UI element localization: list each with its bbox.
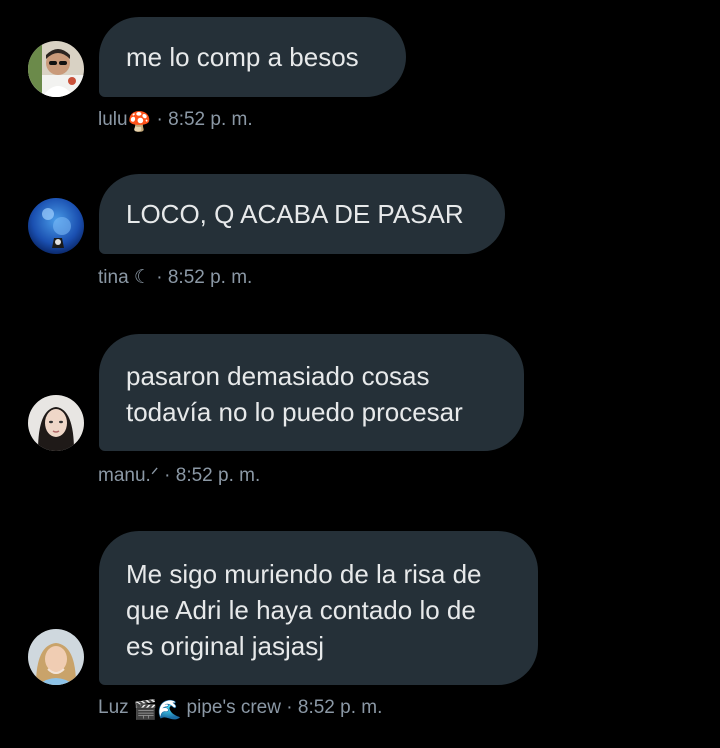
message-meta: tina ☾ · 8:52 p. m. (98, 266, 252, 290)
message-bubble[interactable]: pasaron demasiado cosas todavía no lo pu… (99, 334, 524, 451)
timestamp: 8:52 p. m. (297, 697, 383, 718)
message-text: pasaron demasiado cosas (126, 361, 430, 391)
user-avatar-manu[interactable] (28, 395, 84, 451)
timestamp: 8:52 p. m. (168, 109, 253, 130)
message-bubble[interactable]: Me sigo muriendo de la risa de que Adri … (99, 531, 538, 685)
message-text: Me sigo muriendo de la risa de (126, 559, 482, 589)
message-bubble[interactable]: LOCO, Q ACABA DE PASAR (99, 174, 505, 254)
sender-name[interactable]: manu.ᐟ (98, 465, 159, 486)
message-text: me lo comp a besos (126, 42, 359, 72)
timestamp: 8:52 p. m. (175, 465, 261, 486)
mushroom-emoji: 🍄 (127, 112, 152, 133)
message-meta: Luz 🎬🌊 pipe's crew · 8:52 p. m. (98, 696, 382, 723)
message-text: LOCO, Q ACABA DE PASAR (126, 199, 464, 229)
message-meta: manu.ᐟ · 8:52 p. m. (98, 464, 260, 488)
message-meta: lulu🍄 · 8:52 p. m. (98, 108, 253, 135)
message-text: todavía no lo puedo procesar (126, 397, 463, 427)
sender-name[interactable]: tina ☾ (98, 267, 151, 288)
timestamp: 8:52 p. m. (167, 267, 253, 288)
sender-name-suffix[interactable]: pipe's crew (187, 697, 281, 718)
message-text: que Adri le haya contado lo de (126, 595, 476, 625)
sender-name[interactable]: lulu (98, 109, 128, 130)
separator-dot: · (156, 109, 163, 130)
separator-dot: · (164, 465, 171, 486)
clapper-wave-emoji: 🎬🌊 (133, 700, 182, 721)
sender-name[interactable]: Luz (98, 697, 129, 718)
user-avatar-tina[interactable] (28, 198, 84, 254)
user-avatar-lulu[interactable] (28, 41, 84, 97)
message-text: es original jasjasj (126, 631, 324, 661)
separator-dot: · (156, 267, 163, 288)
user-avatar-luz[interactable] (28, 629, 84, 685)
message-bubble[interactable]: me lo comp a besos (99, 17, 406, 97)
separator-dot: · (286, 697, 293, 718)
